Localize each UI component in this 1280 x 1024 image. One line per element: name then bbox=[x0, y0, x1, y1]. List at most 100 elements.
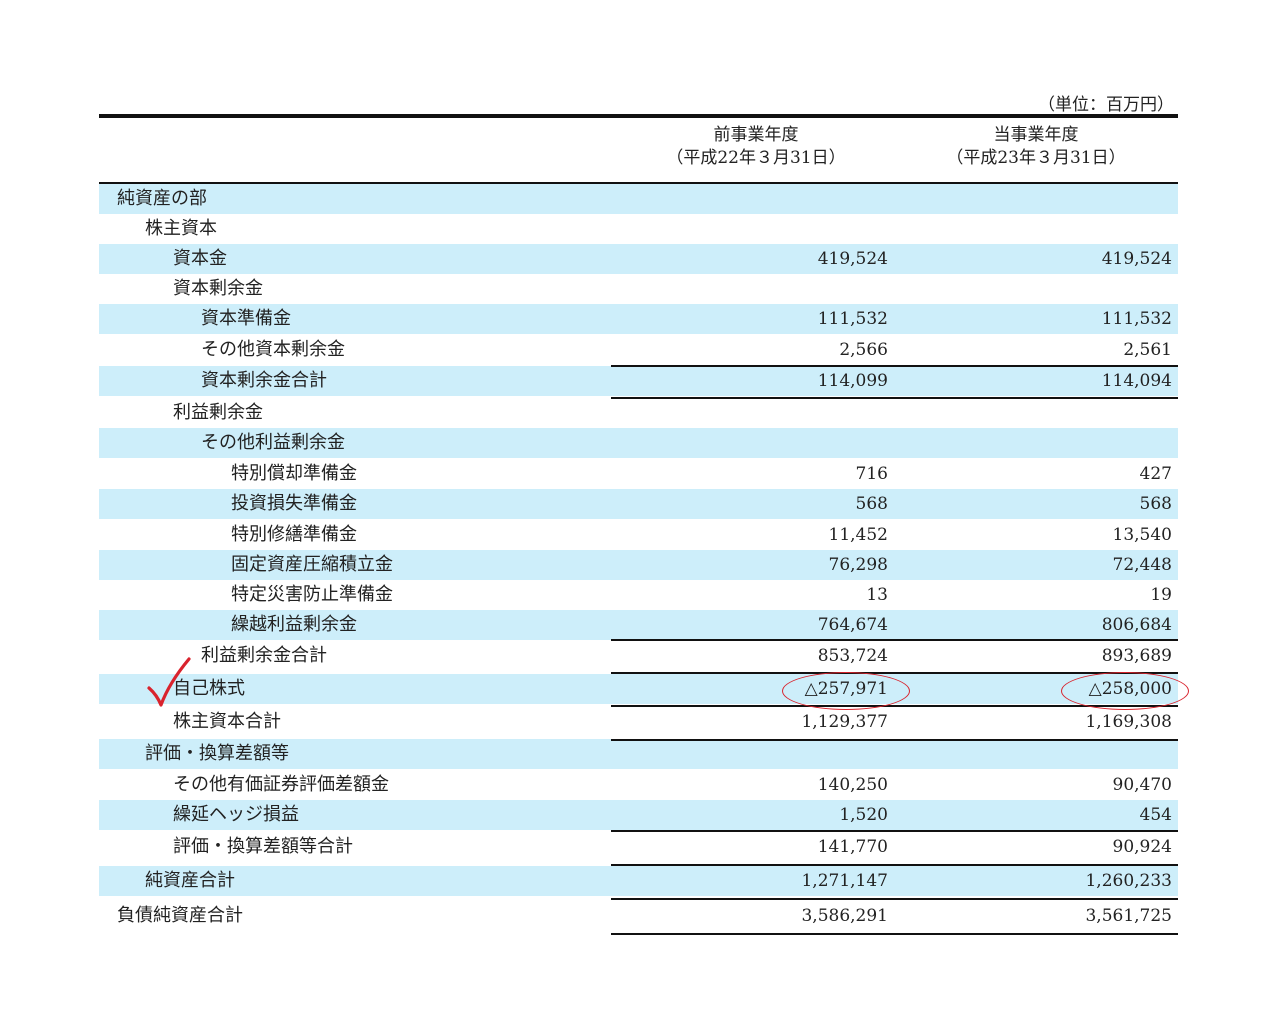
subtotal-rule bbox=[611, 864, 1178, 866]
row-label: 利益剰余金合計 bbox=[201, 645, 327, 666]
row-value-prev: 11,452 bbox=[828, 525, 888, 545]
row-label: 特別償却準備金 bbox=[231, 463, 357, 484]
row-label: その他利益剰余金 bbox=[201, 432, 345, 453]
row-label: 資本金 bbox=[173, 248, 227, 269]
table-row: その他有価証券評価差額金 140,250 90,470 bbox=[99, 770, 1178, 800]
row-value-curr: 568 bbox=[1139, 494, 1172, 514]
unit-label: （単位：百万円） bbox=[1038, 95, 1174, 115]
row-value-curr: 72,448 bbox=[1112, 555, 1172, 575]
table-row: 特定災害防止準備金 13 19 bbox=[99, 580, 1178, 610]
table-row: 純資産合計 1,271,147 1,260,233 bbox=[99, 866, 1178, 896]
row-value-curr: 90,924 bbox=[1112, 837, 1172, 857]
table-row: 特別償却準備金 716 427 bbox=[99, 459, 1178, 489]
row-value-curr: 90,470 bbox=[1112, 775, 1172, 795]
subtotal-rule bbox=[611, 830, 1178, 832]
row-label: 負債純資産合計 bbox=[117, 905, 243, 926]
row-value-prev: 1,271,147 bbox=[801, 871, 888, 891]
row-value-curr: 13,540 bbox=[1112, 525, 1172, 545]
row-label: 特別修繕準備金 bbox=[231, 524, 357, 545]
row-value-curr: 454 bbox=[1139, 805, 1172, 825]
row-value-prev: 111,532 bbox=[817, 309, 888, 329]
header-current-year: 当事業年度 （平成23年３月31日） bbox=[920, 124, 1152, 170]
row-value-prev: 1,129,377 bbox=[801, 712, 888, 732]
subtotal-rule bbox=[611, 639, 1178, 641]
table-row: 株主資本合計 1,129,377 1,169,308 bbox=[99, 707, 1178, 737]
table-row: 資本剰余金 bbox=[99, 274, 1178, 304]
table-row: 利益剰余金 bbox=[99, 398, 1178, 428]
table-row: 資本準備金 111,532 111,532 bbox=[99, 304, 1178, 334]
row-label: 固定資産圧縮積立金 bbox=[231, 554, 393, 575]
table-row: その他資本剰余金 2,566 2,561 bbox=[99, 335, 1178, 365]
subtotal-rule bbox=[611, 397, 1178, 399]
row-value-prev: 3,586,291 bbox=[801, 906, 888, 926]
row-label: 純資産の部 bbox=[117, 188, 207, 209]
row-value-curr: 3,561,725 bbox=[1085, 906, 1172, 926]
header-previous-title: 前事業年度 bbox=[713, 125, 799, 145]
row-value-prev: 716 bbox=[855, 464, 888, 484]
row-value-prev: 114,099 bbox=[817, 371, 888, 391]
row-value-curr: 19 bbox=[1150, 585, 1172, 605]
row-label: 資本剰余金 bbox=[173, 278, 263, 299]
table-row: その他利益剰余金 bbox=[99, 428, 1178, 458]
row-value-prev: 764,674 bbox=[817, 615, 888, 635]
row-value-prev: 419,524 bbox=[817, 249, 888, 269]
row-value-prev: 140,250 bbox=[817, 775, 888, 795]
row-label: その他有価証券評価差額金 bbox=[173, 774, 389, 795]
table-row: 評価・換算差額等合計 141,770 90,924 bbox=[99, 832, 1178, 862]
row-value-curr: △258,000 bbox=[1088, 679, 1172, 699]
table-row: 繰延ヘッジ損益 1,520 454 bbox=[99, 800, 1178, 830]
table-row: 株主資本 bbox=[99, 214, 1178, 244]
header-previous-year: 前事業年度 （平成22年３月31日） bbox=[640, 124, 872, 170]
table-row: 利益剰余金合計 853,724 893,689 bbox=[99, 641, 1178, 671]
row-value-prev: 76,298 bbox=[828, 555, 888, 575]
header-previous-date: （平成22年３月31日） bbox=[666, 148, 846, 168]
subtotal-rule bbox=[611, 672, 1178, 674]
row-label: 投資損失準備金 bbox=[231, 493, 357, 514]
row-value-prev: 568 bbox=[855, 494, 888, 514]
subtotal-rule bbox=[611, 898, 1178, 900]
subtotal-rule bbox=[611, 365, 1178, 367]
row-label: 繰越利益剰余金 bbox=[231, 614, 357, 635]
row-label: 資本準備金 bbox=[201, 308, 291, 329]
row-label: 繰延ヘッジ損益 bbox=[173, 804, 299, 825]
row-value-prev: 13 bbox=[866, 585, 888, 605]
row-value-prev: 2,566 bbox=[839, 340, 888, 360]
row-value-curr: 806,684 bbox=[1101, 615, 1172, 635]
check-icon bbox=[147, 657, 191, 707]
row-label: 評価・換算差額等 bbox=[145, 743, 289, 764]
row-label: 利益剰余金 bbox=[173, 402, 263, 423]
row-value-curr: 2,561 bbox=[1123, 340, 1172, 360]
table-row: 特別修繕準備金 11,452 13,540 bbox=[99, 520, 1178, 550]
table-row: 自己株式 △257,971 △258,000 bbox=[99, 674, 1178, 704]
subtotal-rule bbox=[611, 705, 1178, 707]
table-row: 繰越利益剰余金 764,674 806,684 bbox=[99, 610, 1178, 640]
row-label: 評価・換算差額等合計 bbox=[173, 836, 353, 857]
row-label: 資本剰余金合計 bbox=[201, 370, 327, 391]
row-value-curr: 114,094 bbox=[1101, 371, 1172, 391]
row-label: その他資本剰余金 bbox=[201, 339, 345, 360]
row-value-prev: △257,971 bbox=[804, 679, 888, 699]
row-value-curr: 427 bbox=[1139, 464, 1172, 484]
table-row: 投資損失準備金 568 568 bbox=[99, 489, 1178, 519]
row-value-curr: 1,260,233 bbox=[1085, 871, 1172, 891]
row-value-curr: 111,532 bbox=[1101, 309, 1172, 329]
top-rule bbox=[99, 114, 1178, 118]
table-row: 資本金 419,524 419,524 bbox=[99, 244, 1178, 274]
table-row: 資本剰余金合計 114,099 114,094 bbox=[99, 366, 1178, 396]
row-value-curr: 1,169,308 bbox=[1085, 712, 1172, 732]
row-label: 特定災害防止準備金 bbox=[231, 584, 393, 605]
row-label: 純資産合計 bbox=[145, 870, 235, 891]
header-current-date: （平成23年３月31日） bbox=[946, 148, 1126, 168]
header-current-title: 当事業年度 bbox=[993, 125, 1079, 145]
row-value-prev: 141,770 bbox=[817, 837, 888, 857]
row-value-curr: 419,524 bbox=[1101, 249, 1172, 269]
row-value-prev: 853,724 bbox=[817, 646, 888, 666]
row-label: 株主資本 bbox=[145, 218, 217, 239]
row-value-prev: 1,520 bbox=[839, 805, 888, 825]
row-label: 株主資本合計 bbox=[173, 711, 281, 732]
subtotal-rule bbox=[611, 933, 1178, 935]
table-row: 純資産の部 bbox=[99, 184, 1178, 214]
subtotal-rule bbox=[611, 739, 1178, 741]
table-row: 負債純資産合計 3,586,291 3,561,725 bbox=[99, 901, 1178, 931]
table-row: 固定資産圧縮積立金 76,298 72,448 bbox=[99, 550, 1178, 580]
